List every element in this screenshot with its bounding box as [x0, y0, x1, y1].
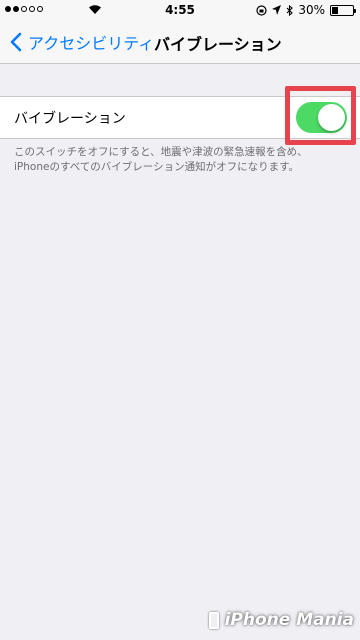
setting-footer-note: このスイッチをオフにすると、地震や津波の緊急速報を含め、 iPhoneのすべての… — [14, 145, 350, 175]
vibration-setting-label: バイブレーション — [14, 111, 126, 127]
footer-note-line-1: このスイッチをオフにすると、地震や津波の緊急速報を含め、 — [14, 146, 308, 158]
toggle-knob — [318, 104, 345, 131]
back-button-label: アクセシビリティ — [28, 34, 155, 53]
chevron-left-icon — [10, 32, 22, 52]
status-bar: 4:55 30% — [0, 0, 360, 20]
vibration-toggle[interactable] — [296, 102, 347, 133]
battery-icon — [330, 4, 356, 16]
page-title: バイブレーション — [154, 35, 282, 54]
footer-note-line-2: iPhoneのすべてのバイブレーション通知がオフになります。 — [14, 161, 300, 173]
watermark-logo: iPhone Mania — [208, 610, 354, 630]
watermark-text: iPhone Mania — [224, 610, 354, 630]
back-button[interactable]: アクセシビリティ — [6, 20, 154, 64]
phone-icon — [208, 611, 219, 629]
rotation-lock-icon — [256, 4, 267, 16]
battery-percent: 30% — [298, 3, 325, 17]
bluetooth-icon — [286, 4, 294, 16]
navigation-bar: アクセシビリティ バイブレーション — [0, 20, 360, 64]
location-icon — [272, 5, 282, 15]
